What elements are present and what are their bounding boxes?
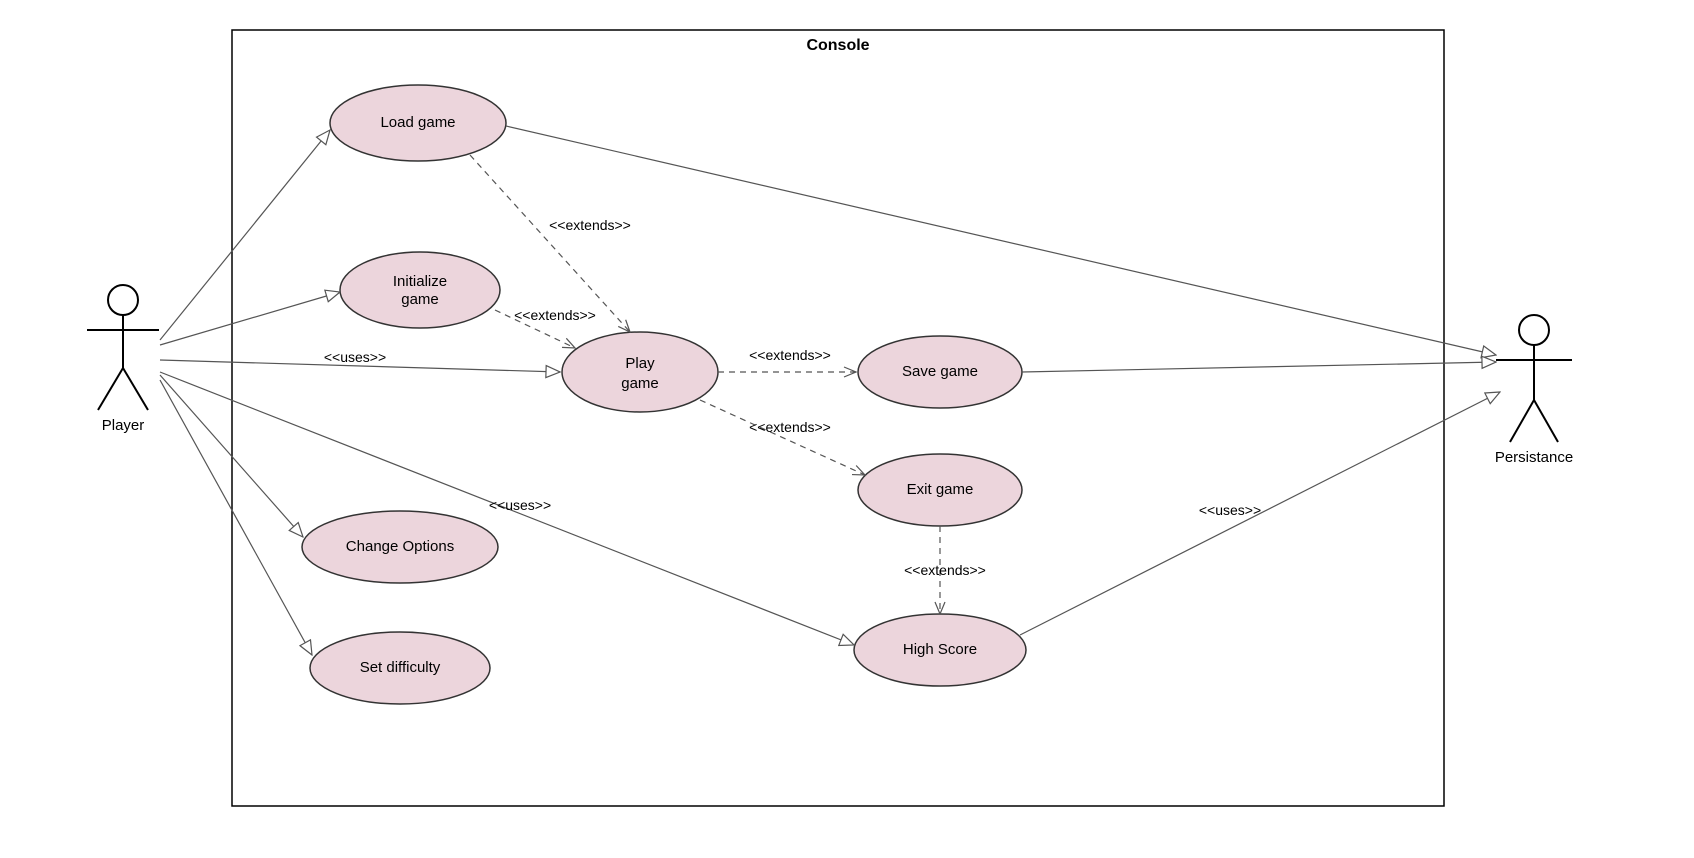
actor-persistance-label: Persistance xyxy=(1495,449,1573,466)
actor-player: Player xyxy=(87,285,159,434)
edge-save-persistance xyxy=(1022,362,1496,372)
edge-play-exit-extends xyxy=(700,400,865,475)
edge-player-load xyxy=(160,130,330,340)
svg-text:High Score: High Score xyxy=(903,641,977,658)
label-highscore-persistance: <<uses>> xyxy=(1199,502,1261,518)
edge-player-difficulty xyxy=(160,380,312,655)
usecase-exit-game: Exit game xyxy=(858,454,1022,526)
actor-player-label: Player xyxy=(102,417,145,434)
label-exit-highscore: <<extends>> xyxy=(904,562,986,578)
label-play-save: <<extends>> xyxy=(749,347,831,363)
actor-persistance: Persistance xyxy=(1495,315,1573,466)
svg-text:Exit game: Exit game xyxy=(907,481,974,498)
edge-load-persistance xyxy=(506,126,1496,355)
label-player-highscore: <<uses>> xyxy=(489,497,551,513)
usecase-play-game: Play game xyxy=(562,332,718,412)
usecase-set-difficulty: Set difficulty xyxy=(310,632,490,704)
label-init-play: <<extends>> xyxy=(514,307,596,323)
svg-text:Set difficulty: Set difficulty xyxy=(360,659,441,676)
label-load-play: <<extends>> xyxy=(549,217,631,233)
label-play-exit: <<extends>> xyxy=(749,419,831,435)
svg-text:game: game xyxy=(621,375,659,392)
svg-text:Save game: Save game xyxy=(902,363,978,380)
usecase-high-score: High Score xyxy=(854,614,1026,686)
usecase-change-options: Change Options xyxy=(302,511,498,583)
system-label: Console xyxy=(806,37,869,54)
svg-text:Initialize: Initialize xyxy=(393,273,447,290)
usecase-save-game: Save game xyxy=(858,336,1022,408)
edge-player-initialize xyxy=(160,292,340,345)
svg-text:game: game xyxy=(401,291,439,308)
label-player-play: <<uses>> xyxy=(324,349,386,365)
usecase-load-game: Load game xyxy=(330,85,506,161)
use-case-diagram: Console Player Persistance Load game Ini… xyxy=(0,0,1694,858)
svg-text:Change Options: Change Options xyxy=(346,538,454,555)
svg-text:Load game: Load game xyxy=(380,114,455,131)
svg-text:Play: Play xyxy=(625,355,655,372)
usecase-initialize-game: Initialize game xyxy=(340,252,500,328)
